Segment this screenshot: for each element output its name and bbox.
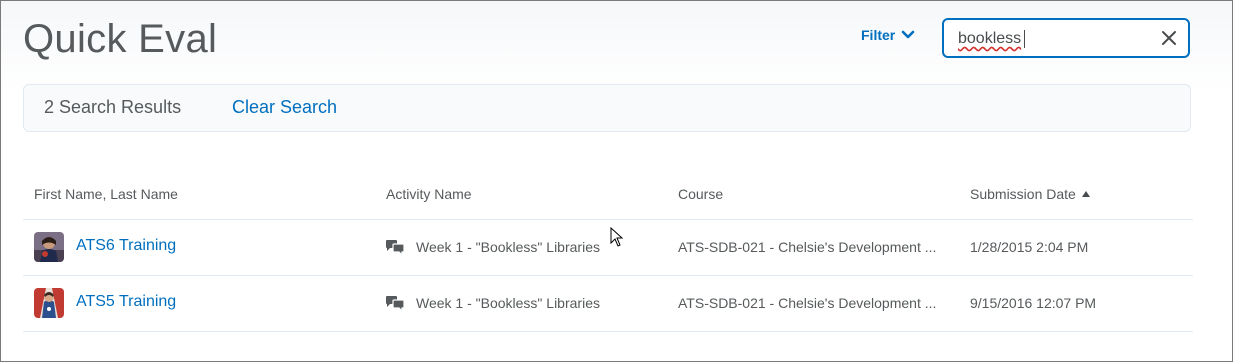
column-header-submission-date[interactable]: Submission Date: [970, 186, 1091, 202]
search-results-bar: 2 Search Results Clear Search: [23, 84, 1191, 132]
submissions-table: First Name, Last Name Activity Name Cour…: [23, 167, 1193, 332]
text-caret: [1024, 30, 1025, 48]
table-header: First Name, Last Name Activity Name Cour…: [23, 167, 1193, 220]
filter-button[interactable]: Filter: [861, 27, 915, 43]
table-row: ATS5 Training Week 1 - "Bookless" Librar…: [23, 276, 1193, 332]
course-name: ATS-SDB-021 - Chelsie's Development ...: [678, 295, 937, 311]
avatar: [34, 232, 64, 262]
submission-date: 9/15/2016 12:07 PM: [970, 295, 1097, 311]
search-results-count: 2 Search Results: [44, 97, 182, 117]
filter-label: Filter: [861, 27, 896, 43]
search-input[interactable]: bookless: [942, 18, 1190, 58]
activity-name: Week 1 - "Bookless" Libraries: [416, 239, 600, 255]
clear-search-link[interactable]: Clear Search: [232, 97, 337, 118]
submission-date: 1/28/2015 2:04 PM: [970, 239, 1089, 255]
discussion-icon: [386, 240, 405, 257]
close-icon[interactable]: [1160, 29, 1178, 47]
table-row: ATS6 Training Week 1 - "Bookless" Librar…: [23, 220, 1193, 276]
activity-name: Week 1 - "Bookless" Libraries: [416, 295, 600, 311]
search-input-value: bookless: [958, 30, 1022, 47]
student-name-link[interactable]: ATS6 Training: [76, 237, 176, 255]
mouse-pointer-icon: [610, 227, 624, 247]
chevron-down-icon: [901, 30, 915, 39]
quick-eval-page: Quick Eval Filter bookless 2 Search Resu…: [0, 0, 1233, 362]
column-header-name[interactable]: First Name, Last Name: [34, 186, 178, 202]
sort-ascending-icon: [1081, 191, 1090, 197]
student-name-link[interactable]: ATS5 Training: [76, 293, 176, 311]
course-name: ATS-SDB-021 - Chelsie's Development ...: [678, 239, 937, 255]
avatar: [34, 288, 64, 318]
column-header-activity[interactable]: Activity Name: [386, 186, 472, 202]
column-header-course[interactable]: Course: [678, 186, 723, 202]
discussion-icon: [386, 296, 405, 313]
page-title: Quick Eval: [23, 17, 218, 61]
